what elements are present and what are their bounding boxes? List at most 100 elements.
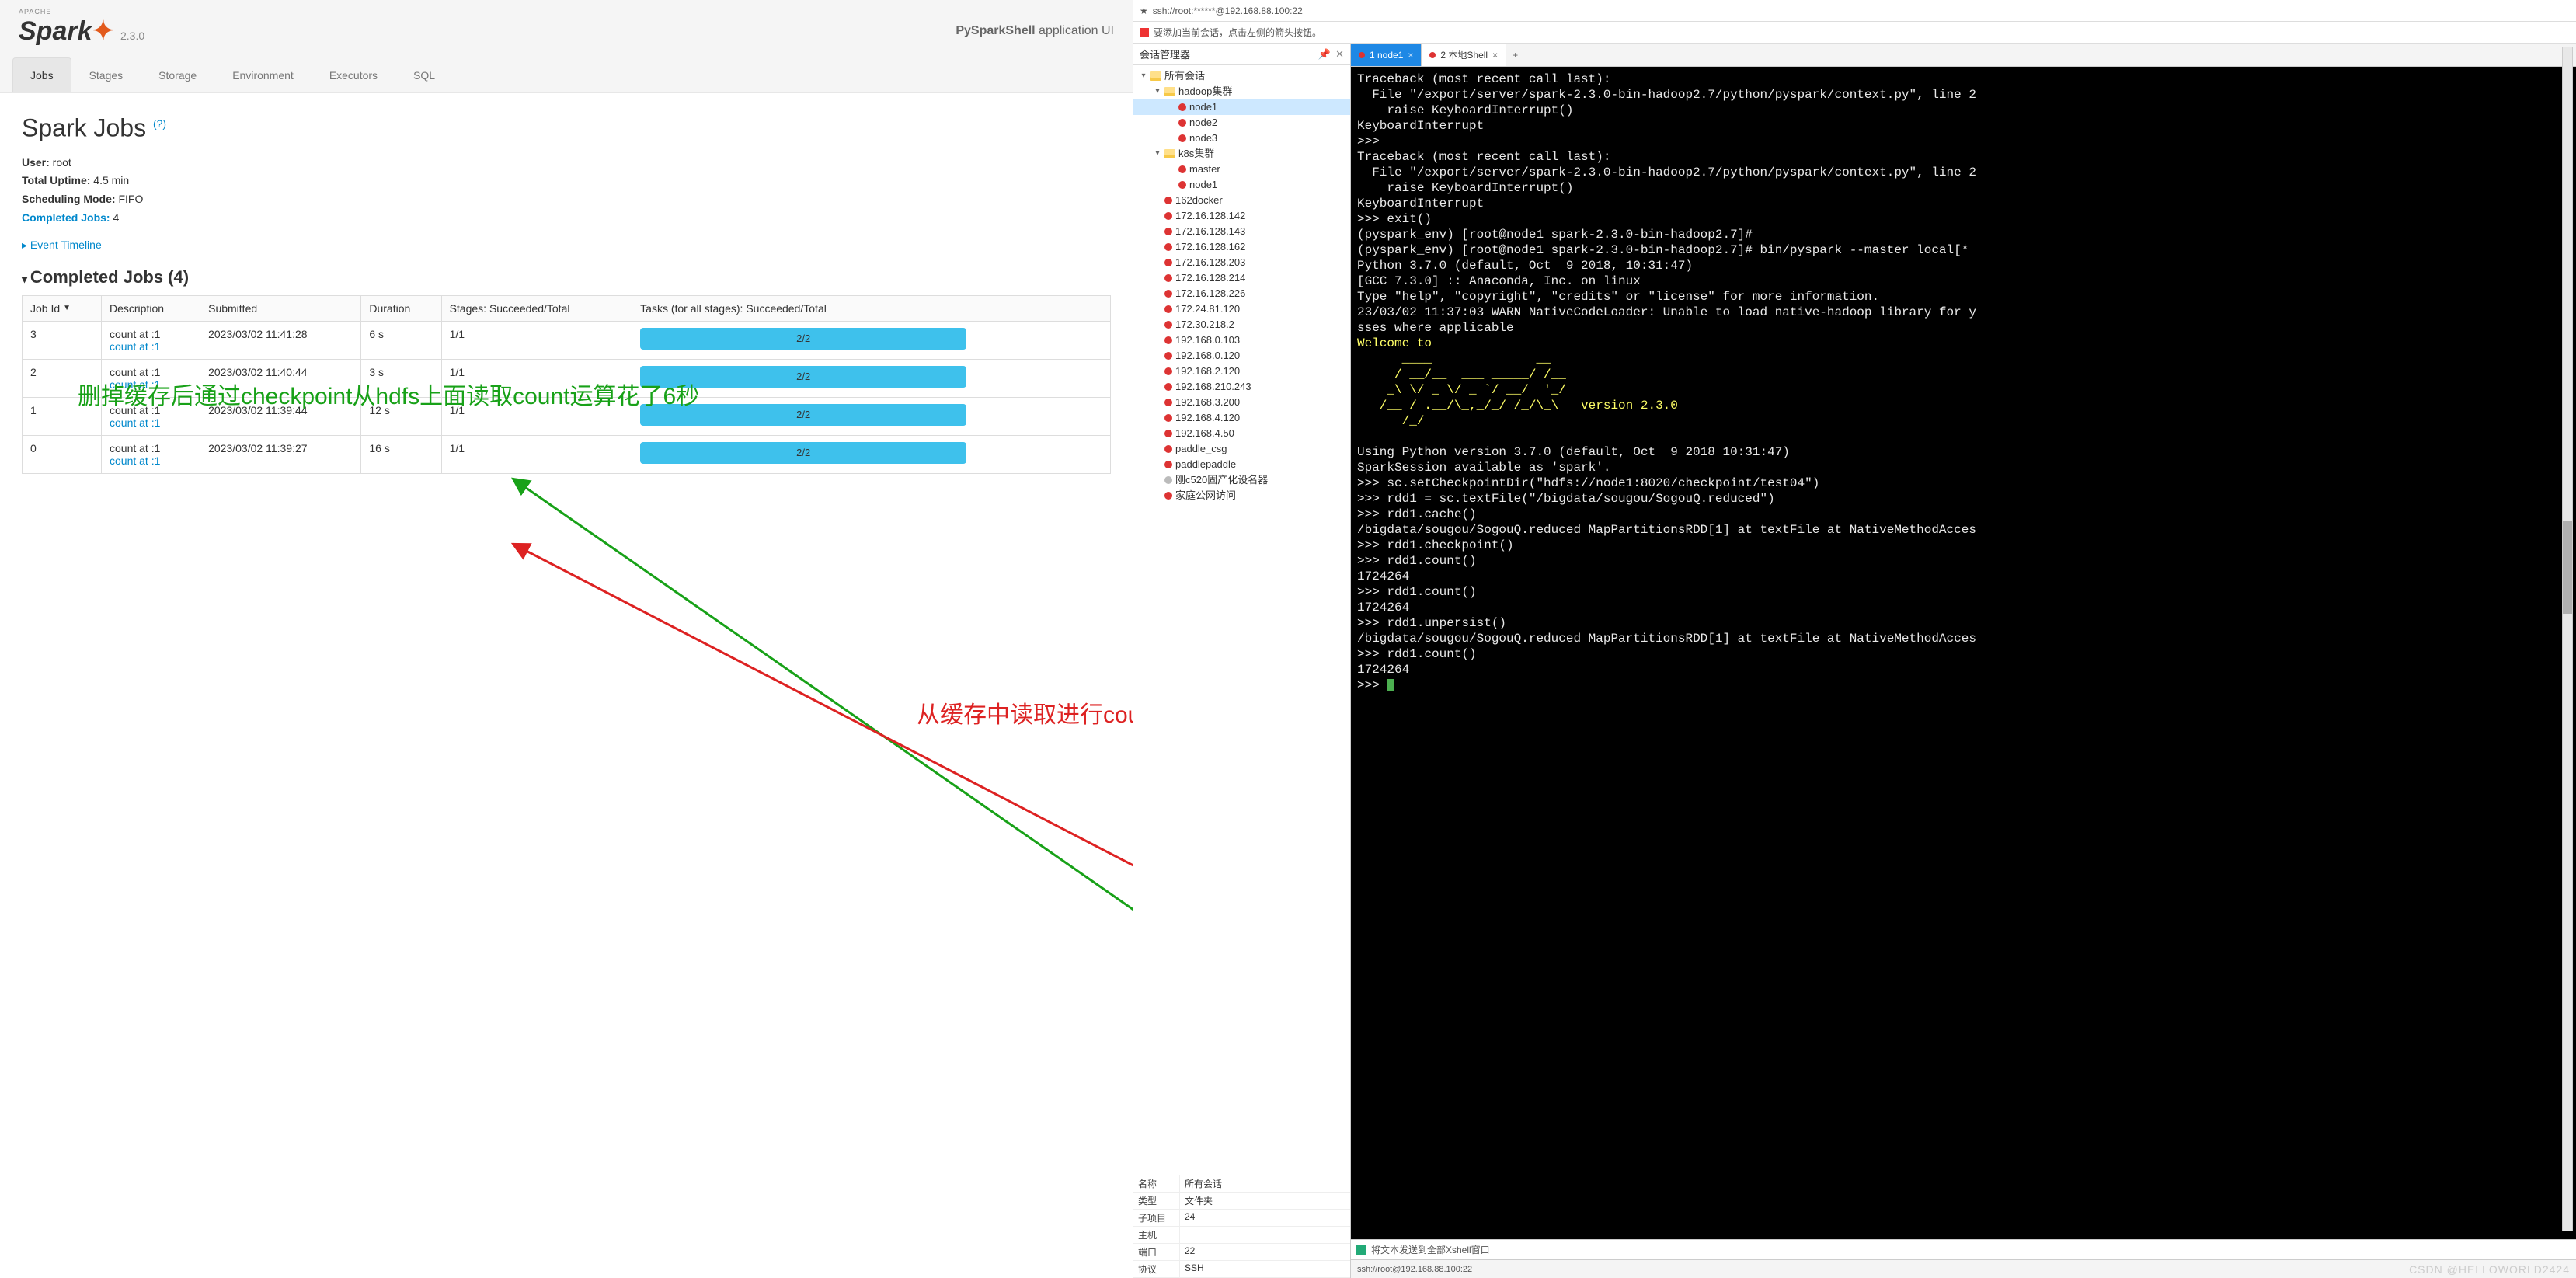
- tree-host[interactable]: node2: [1133, 115, 1350, 131]
- tree-label: node2: [1189, 116, 1217, 130]
- tree-host[interactable]: master: [1133, 162, 1350, 177]
- tree-host[interactable]: 162docker: [1133, 193, 1350, 208]
- prop-key: 子项目: [1133, 1210, 1180, 1226]
- tree-host[interactable]: 172.16.128.162: [1133, 239, 1350, 255]
- watermark: CSDN @HELLOWORLD2424: [2409, 1263, 2570, 1276]
- meta-uptime-k: Total Uptime:: [22, 174, 90, 186]
- meta-mode-k: Scheduling Mode:: [22, 193, 116, 205]
- meta-completed-k[interactable]: Completed Jobs:: [22, 211, 110, 224]
- nav-tab-environment[interactable]: Environment: [214, 57, 312, 92]
- send-bar[interactable]: 将文本发送到全部Xshell窗口: [1351, 1239, 2576, 1259]
- help-link[interactable]: (?): [153, 117, 166, 130]
- spark-body: Spark Jobs (?) User: root Total Uptime: …: [0, 93, 1133, 489]
- add-tab-button[interactable]: +: [1506, 44, 1524, 66]
- tree-host[interactable]: 172.16.128.143: [1133, 224, 1350, 239]
- page-title-text: Spark Jobs: [22, 114, 153, 142]
- app-title: PySparkShell application UI: [956, 24, 1114, 38]
- tree-host[interactable]: 172.24.81.120: [1133, 301, 1350, 317]
- meta-mode-v: FIFO: [116, 193, 144, 205]
- job-submitted: 2023/03/02 11:39:44: [200, 397, 361, 435]
- table-row: 0count at :1count at :12023/03/02 11:39:…: [23, 435, 1111, 473]
- close-icon[interactable]: ✕: [1335, 48, 1344, 61]
- table-row: 1count at :1count at :12023/03/02 11:39:…: [23, 397, 1111, 435]
- job-desc-link[interactable]: count at :1: [110, 454, 160, 467]
- nav-tab-storage[interactable]: Storage: [141, 57, 214, 92]
- host-icon: [1164, 430, 1172, 437]
- folder-icon: [1150, 71, 1161, 81]
- meta-user-v: root: [50, 156, 71, 169]
- tree-host[interactable]: 172.16.128.203: [1133, 255, 1350, 270]
- tree-label: master: [1189, 162, 1220, 176]
- host-icon: [1164, 274, 1172, 282]
- nav-tab-jobs[interactable]: Jobs: [12, 57, 71, 92]
- job-submitted: 2023/03/02 11:41:28: [200, 321, 361, 359]
- tree-host[interactable]: 172.16.128.226: [1133, 286, 1350, 301]
- tree-host[interactable]: 192.168.2.120: [1133, 364, 1350, 379]
- job-desc-link[interactable]: count at :1: [110, 378, 160, 391]
- tree-host[interactable]: 刚c520固产化设名器: [1133, 472, 1350, 488]
- tree-host[interactable]: node1: [1133, 99, 1350, 115]
- host-icon: [1164, 290, 1172, 298]
- tree-label: k8s集群: [1178, 147, 1214, 161]
- tree-folder[interactable]: ▾所有会话: [1133, 68, 1350, 84]
- tree-host[interactable]: 192.168.210.243: [1133, 379, 1350, 395]
- nav-tab-stages[interactable]: Stages: [71, 57, 141, 92]
- tree-folder[interactable]: ▾k8s集群: [1133, 146, 1350, 162]
- job-desc-link[interactable]: count at :1: [110, 340, 160, 353]
- col-header[interactable]: Tasks (for all stages): Succeeded/Total: [632, 295, 1111, 321]
- tree-host[interactable]: 172.16.128.214: [1133, 270, 1350, 286]
- folder-icon: [1164, 149, 1175, 158]
- job-submitted: 2023/03/02 11:40:44: [200, 359, 361, 397]
- tree-folder[interactable]: ▾hadoop集群: [1133, 84, 1350, 99]
- scrollbar[interactable]: [2562, 47, 2573, 1231]
- job-desc: count at :1count at :1: [102, 359, 200, 397]
- terminal[interactable]: Traceback (most recent call last): File …: [1351, 67, 2576, 1239]
- completed-jobs-header[interactable]: Completed Jobs (4): [22, 267, 1111, 287]
- connection-dot-icon: [1429, 52, 1436, 58]
- nav-tab-sql[interactable]: SQL: [395, 57, 453, 92]
- host-icon: [1164, 414, 1172, 422]
- nav-tab-executors[interactable]: Executors: [312, 57, 395, 92]
- tree-host[interactable]: node1: [1133, 177, 1350, 193]
- tree-host[interactable]: 172.30.218.2: [1133, 317, 1350, 333]
- prop-val: SSH: [1180, 1261, 1350, 1277]
- meta-list: User: root Total Uptime: 4.5 min Schedul…: [22, 154, 1111, 228]
- tree-host[interactable]: paddle_csg: [1133, 441, 1350, 457]
- meta-completed-v: 4: [110, 211, 120, 224]
- prop-key: 协议: [1133, 1261, 1180, 1277]
- terminal-tab[interactable]: 2 本地Shell×: [1422, 44, 1506, 66]
- xshell-main: 会话管理器 📌 ✕ ▾所有会话▾hadoop集群node1node2node3▾…: [1133, 44, 2576, 1278]
- job-desc-link[interactable]: count at :1: [110, 416, 160, 429]
- pin-icon[interactable]: 📌: [1318, 48, 1331, 61]
- job-stages: 1/1: [441, 359, 632, 397]
- spark-logo: APACHE Spark✦ 2.3.0: [19, 16, 144, 47]
- tree-host[interactable]: 192.168.0.103: [1133, 333, 1350, 348]
- tree-host[interactable]: node3: [1133, 131, 1350, 146]
- tree-label: 172.30.218.2: [1175, 318, 1234, 332]
- host-icon: [1164, 243, 1172, 251]
- host-icon: [1164, 367, 1172, 375]
- col-header[interactable]: Job Id ▼: [23, 295, 102, 321]
- scrollbar-thumb[interactable]: [2563, 521, 2572, 614]
- tree-host[interactable]: 192.168.4.120: [1133, 410, 1350, 426]
- col-header[interactable]: Duration: [361, 295, 441, 321]
- event-timeline-toggle[interactable]: Event Timeline: [22, 239, 1111, 252]
- spark-logo-brand: APACHE Spark✦: [19, 16, 114, 47]
- terminal-area: 1 node1×2 本地Shell×+ Traceback (most rece…: [1351, 44, 2576, 1278]
- spark-ui-pane: APACHE Spark✦ 2.3.0 PySparkShell applica…: [0, 0, 1133, 1278]
- tree-label: 家庭公网访问: [1175, 489, 1236, 503]
- col-header[interactable]: Stages: Succeeded/Total: [441, 295, 632, 321]
- close-tab-icon[interactable]: ×: [1492, 50, 1498, 61]
- prop-val: 22: [1180, 1244, 1350, 1260]
- session-tree[interactable]: ▾所有会话▾hadoop集群node1node2node3▾k8s集群maste…: [1133, 65, 1350, 1175]
- tree-host[interactable]: 192.168.0.120: [1133, 348, 1350, 364]
- close-tab-icon[interactable]: ×: [1408, 50, 1413, 61]
- terminal-tab[interactable]: 1 node1×: [1351, 44, 1422, 66]
- tree-host[interactable]: 192.168.3.200: [1133, 395, 1350, 410]
- tree-host[interactable]: paddlepaddle: [1133, 457, 1350, 472]
- tree-host[interactable]: 172.16.128.142: [1133, 208, 1350, 224]
- col-header[interactable]: Submitted: [200, 295, 361, 321]
- col-header[interactable]: Description: [102, 295, 200, 321]
- tree-host[interactable]: 192.168.4.50: [1133, 426, 1350, 441]
- tree-host[interactable]: 家庭公网访问: [1133, 488, 1350, 503]
